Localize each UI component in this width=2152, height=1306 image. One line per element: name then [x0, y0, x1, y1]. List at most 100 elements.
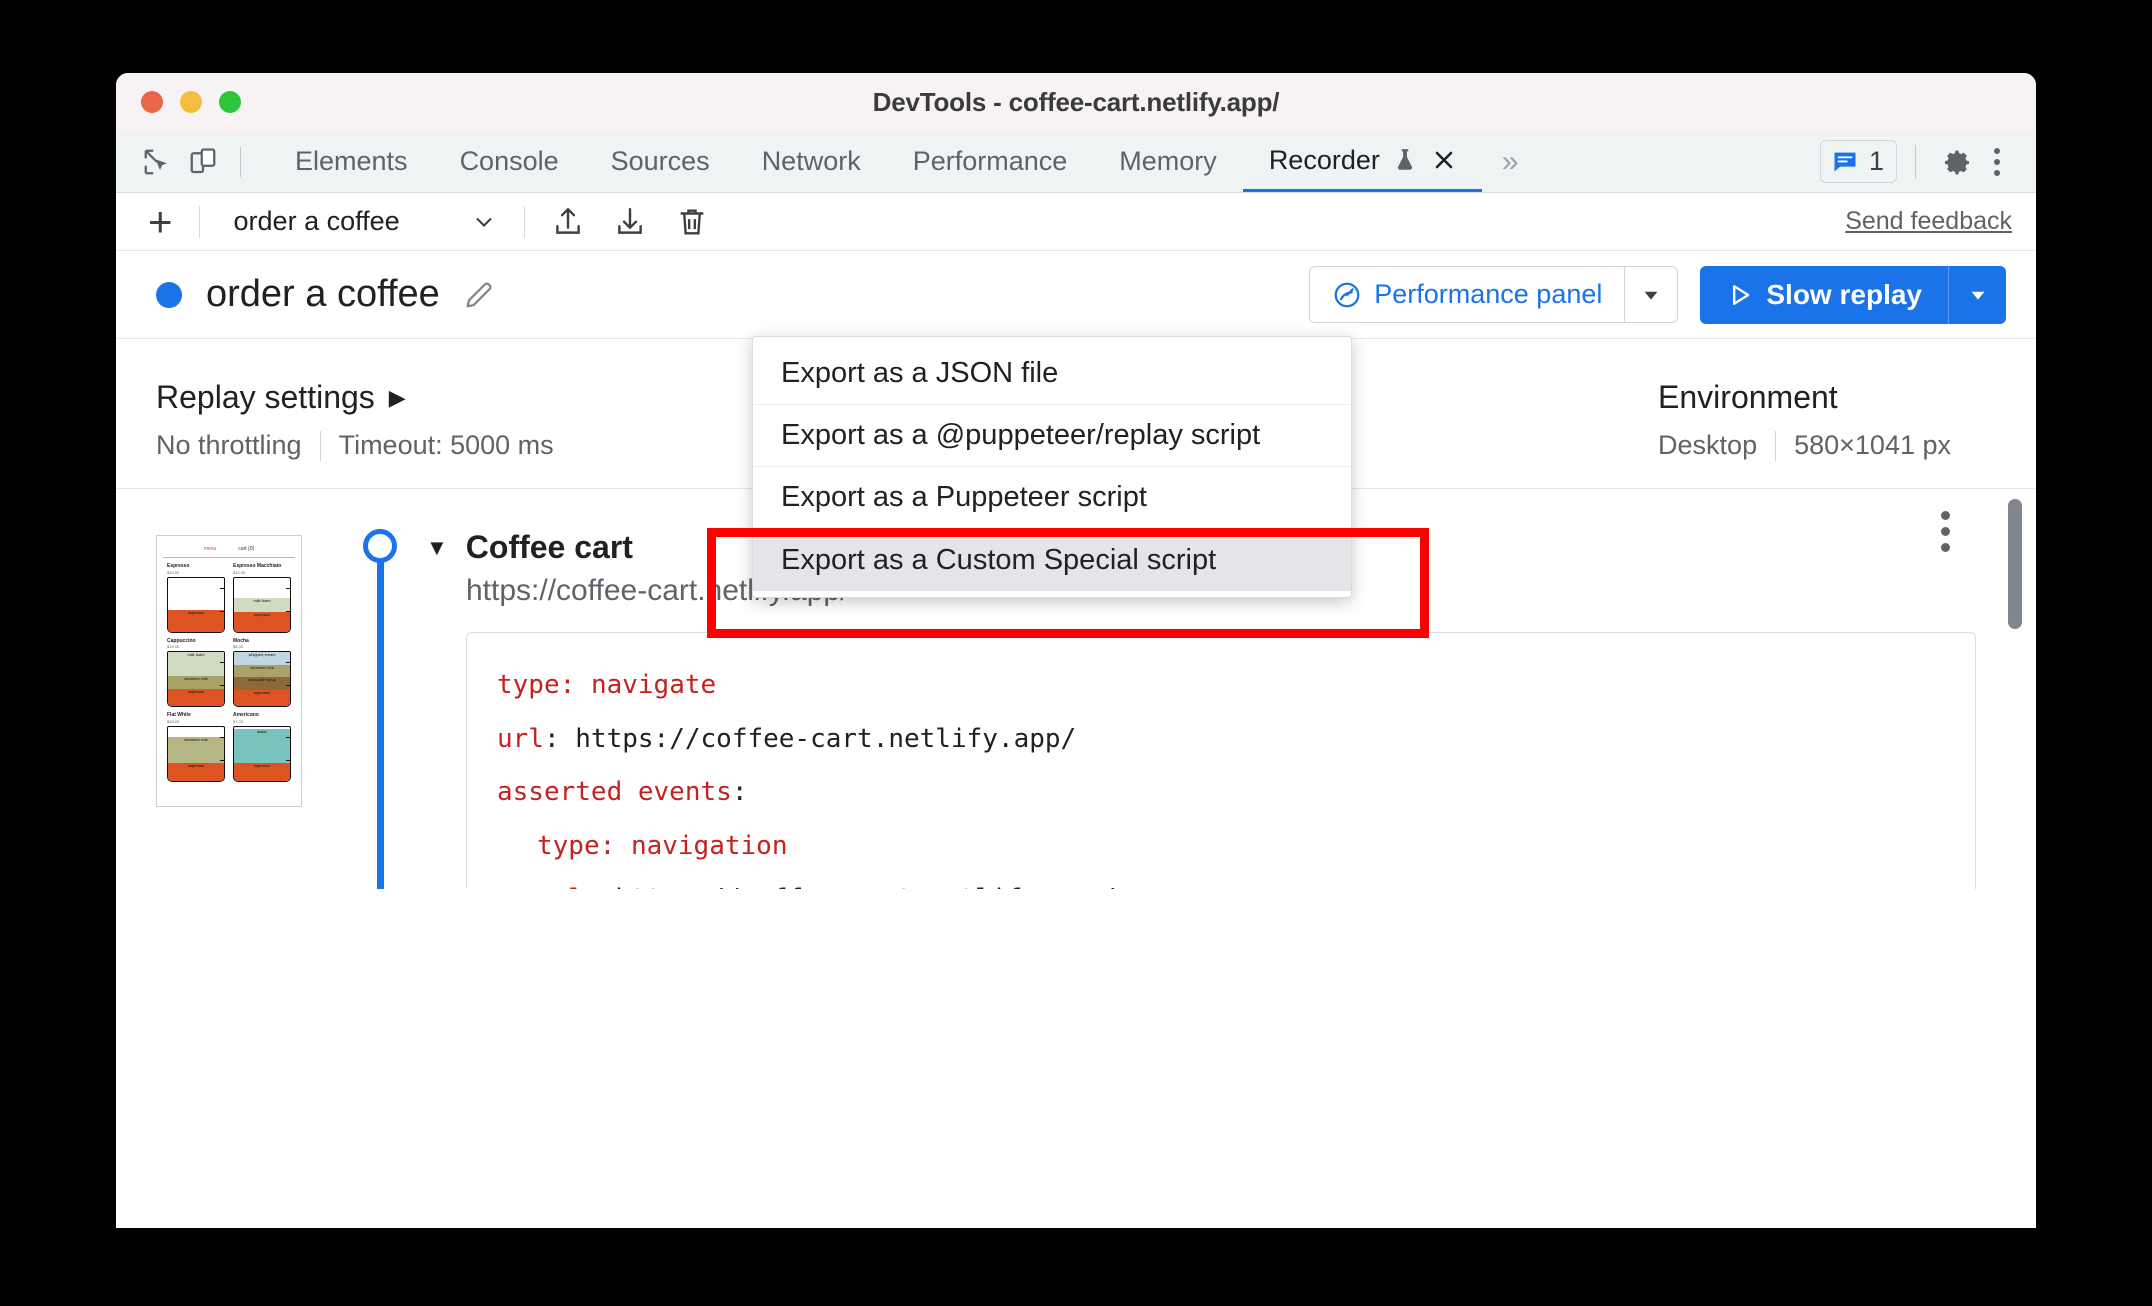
- tab-label: Sources: [610, 146, 710, 176]
- code-line: type: navigate: [497, 670, 717, 700]
- more-tabs-icon[interactable]: »: [1482, 145, 1539, 179]
- menu-item-export-json[interactable]: Export as a JSON file: [753, 343, 1351, 405]
- pencil-icon[interactable]: [462, 278, 496, 312]
- replay-settings-group: Replay settings ▶ No throttling Timeout:…: [156, 379, 554, 461]
- settings-gear-icon[interactable]: [1934, 139, 1980, 185]
- code-line: asserted events:: [497, 777, 748, 808]
- thumbnail-product: Americano $7.00 water espresso: [233, 713, 291, 783]
- thumbnail-product: Flat White $18.00 steamed milk espresso: [167, 713, 225, 783]
- tab-label: Elements: [295, 146, 408, 176]
- tab-sources[interactable]: Sources: [585, 131, 736, 192]
- maximize-window-button[interactable]: [219, 91, 241, 113]
- tab-label: Console: [459, 146, 559, 176]
- thumbnail-product: Mocha $8.00 whipped cream steamed milk c…: [233, 638, 291, 708]
- tab-label: Performance: [912, 146, 1068, 176]
- environment-heading: Environment: [1658, 379, 1838, 415]
- code-line: url: https://coffee-cart.netlify.app/: [497, 723, 1077, 754]
- recording-selector[interactable]: order a coffee: [212, 206, 512, 237]
- step-code-block: type: navigate url: https://coffee-cart.…: [466, 632, 1976, 889]
- timeline-step-marker[interactable]: [363, 529, 397, 563]
- close-tab-icon[interactable]: [1432, 148, 1456, 172]
- minimize-window-button[interactable]: [180, 91, 202, 113]
- close-window-button[interactable]: [141, 91, 163, 113]
- add-recording-button[interactable]: +: [134, 200, 187, 243]
- code-key: url: [497, 723, 544, 754]
- cup-graphic: milk foam espresso: [233, 576, 291, 633]
- product-price: $19.00: [167, 644, 180, 650]
- import-recording-icon[interactable]: [543, 197, 593, 247]
- replay-settings-toggle[interactable]: Replay settings ▶: [156, 379, 554, 416]
- tab-network[interactable]: Network: [736, 131, 887, 192]
- export-recording-icon[interactable]: [605, 197, 655, 247]
- cup-graphic: steamed milk espresso: [167, 726, 225, 783]
- product-price: $18.00: [167, 718, 180, 724]
- delete-recording-icon[interactable]: [667, 197, 717, 247]
- cup-layer: steamed milk: [234, 664, 290, 678]
- cup-layer: milk foam: [234, 597, 290, 612]
- window-traffic-lights: [141, 91, 241, 113]
- inspect-element-icon[interactable]: [134, 139, 180, 185]
- cup-layer: whipped cream: [234, 652, 290, 665]
- performance-panel-dropdown-icon[interactable]: [1624, 266, 1679, 323]
- replay-options-dropdown-icon[interactable]: [1948, 265, 2006, 324]
- code-key: url: [537, 884, 584, 889]
- environment-group: Environment Desktop 580×1041 px: [1658, 379, 1951, 461]
- window-titlebar: DevTools - coffee-cart.netlify.app/: [116, 73, 2036, 131]
- tab-label: Network: [761, 146, 861, 176]
- product-price: $8.00: [233, 644, 244, 650]
- device-toolbar-icon[interactable]: [180, 139, 226, 185]
- devtools-window: DevTools - coffee-cart.netlify.app/ Elem…: [116, 73, 2036, 1228]
- more-options-icon[interactable]: [1980, 147, 2014, 176]
- devtools-tabs: Elements Console Sources Network Perform…: [269, 131, 1539, 192]
- value-divider: [1775, 430, 1777, 461]
- menu-item-export-custom-special[interactable]: Export as a Custom Special script: [753, 529, 1351, 591]
- experiment-flask-icon: [1392, 147, 1418, 173]
- cup-layer: espresso: [234, 611, 290, 632]
- product-price: $7.00: [233, 718, 244, 724]
- cup-graphic: whipped cream steamed milk chocolate syr…: [233, 651, 291, 708]
- cup-layer: espresso: [168, 763, 224, 782]
- devtools-tabbar: Elements Console Sources Network Perform…: [116, 131, 2036, 193]
- send-feedback-link[interactable]: Send feedback: [1845, 207, 2012, 236]
- menu-item-export-puppeteer-replay[interactable]: Export as a @puppeteer/replay script: [753, 405, 1351, 467]
- thumbnail-nav-cart: cart (0): [238, 546, 255, 552]
- cup-layer: water: [234, 729, 290, 764]
- tab-elements[interactable]: Elements: [269, 131, 434, 192]
- step-screenshot-thumbnail: menu cart (0) Espresso $10.00 espresso E…: [156, 535, 302, 807]
- tabbar-divider: [240, 146, 241, 177]
- timeout-value: Timeout: 5000 ms: [338, 430, 554, 460]
- cup-layer: chocolate syrup: [234, 677, 290, 690]
- code-line: url: https://coffee-cart.netlify.app/: [497, 873, 1945, 889]
- cup-layer: espresso: [234, 763, 290, 782]
- product-price: $12.00: [233, 569, 246, 575]
- export-dropdown-menu: Export as a JSON file Export as a @puppe…: [752, 336, 1352, 598]
- recording-header-actions: Performance panel Slow replay: [1309, 265, 2006, 324]
- tab-console[interactable]: Console: [434, 131, 585, 192]
- throttling-value: No throttling: [156, 430, 302, 460]
- toolbar-divider: [198, 205, 200, 238]
- console-message-counter[interactable]: 1: [1819, 140, 1897, 183]
- cup-layer: espresso: [234, 689, 290, 707]
- cup-graphic: water espresso: [233, 726, 291, 783]
- collapse-caret-icon[interactable]: ▼: [426, 535, 448, 561]
- tabbar-right-divider: [1915, 144, 1916, 179]
- expand-triangle-icon: ▶: [388, 384, 406, 410]
- code-value: https://coffee-cart.netlify.app/: [575, 723, 1077, 754]
- cup-layer: milk foam: [168, 652, 224, 676]
- tab-performance[interactable]: Performance: [887, 131, 1094, 192]
- replay-split-button: Slow replay: [1700, 265, 2006, 324]
- tab-recorder[interactable]: Recorder: [1242, 131, 1482, 192]
- viewport-size-value: 580×1041 px: [1794, 430, 1951, 460]
- tab-memory[interactable]: Memory: [1093, 131, 1243, 192]
- screenshot-stage: DevTools - coffee-cart.netlify.app/ Elem…: [0, 0, 2152, 1306]
- value-divider: [319, 430, 321, 461]
- performance-panel-label: Performance panel: [1374, 279, 1603, 309]
- menu-item-export-puppeteer[interactable]: Export as a Puppeteer script: [753, 467, 1351, 529]
- code-value: https://coffee-cart.netlify.app/: [615, 884, 1116, 889]
- cup-layer: espresso: [168, 689, 224, 707]
- performance-panel-button[interactable]: Performance panel: [1309, 266, 1625, 323]
- performance-panel-split-button: Performance panel: [1309, 266, 1679, 323]
- tab-label: Memory: [1119, 146, 1217, 176]
- tabbar-right-controls: 1: [1819, 139, 2026, 185]
- slow-replay-button[interactable]: Slow replay: [1700, 265, 1948, 324]
